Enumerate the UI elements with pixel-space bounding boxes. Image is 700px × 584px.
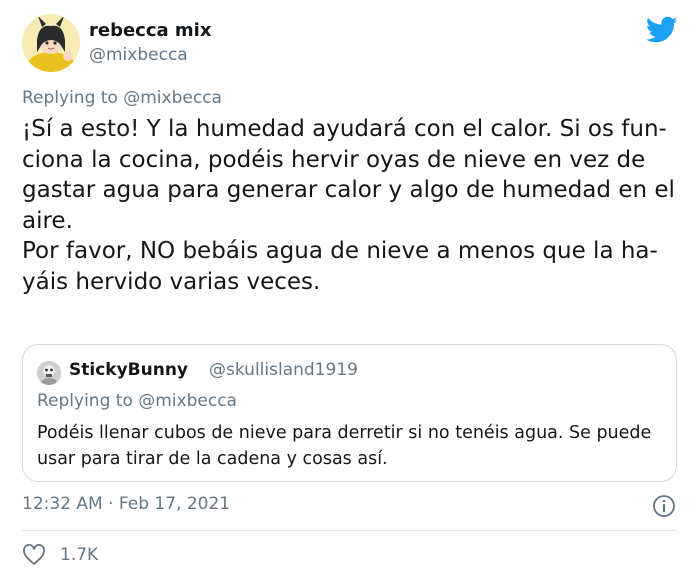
author-handle[interactable]: @mixbecca [89, 45, 188, 65]
tweet-paragraph: ¡Sí a esto! Y la humedad ayudará con el … [22, 116, 675, 234]
heart-icon[interactable] [22, 544, 46, 566]
reply-handle-link[interactable]: @mixbecca [123, 88, 222, 108]
like-count: 1.7K [60, 545, 99, 565]
quoted-author-avatar [37, 361, 61, 385]
tweet-text: ¡Sí a esto! Y la humedad ayudará con el … [22, 114, 694, 297]
quoted-reply-context: Replying to @mixbecca [37, 391, 237, 411]
tweet-paragraph: Por favor, NO bebáis agua de nieve a men… [22, 238, 658, 295]
quoted-handle[interactable]: @skullisland1919 [209, 360, 358, 380]
quoted-display-name[interactable]: StickyBunny [69, 360, 188, 380]
author-display-name[interactable]: rebecca mix [89, 20, 211, 41]
twitter-bird-icon[interactable] [645, 16, 678, 44]
divider [22, 530, 677, 531]
tweet-timestamp[interactable]: 12:32 AM · Feb 17, 2021 [22, 494, 230, 514]
author-avatar[interactable] [22, 14, 80, 72]
quoted-tweet-card[interactable]: StickyBunny @skullisland1919 Replying to… [22, 344, 677, 482]
info-icon[interactable] [652, 494, 676, 518]
quoted-reply-handle-link[interactable]: @mixbecca [138, 391, 237, 411]
reply-prefix: Replying to [22, 88, 118, 108]
quoted-reply-prefix: Replying to [37, 391, 133, 411]
reply-context: Replying to @mixbecca [22, 88, 222, 108]
quoted-tweet-text: Podéis llenar cubos de nieve para derret… [37, 423, 652, 469]
